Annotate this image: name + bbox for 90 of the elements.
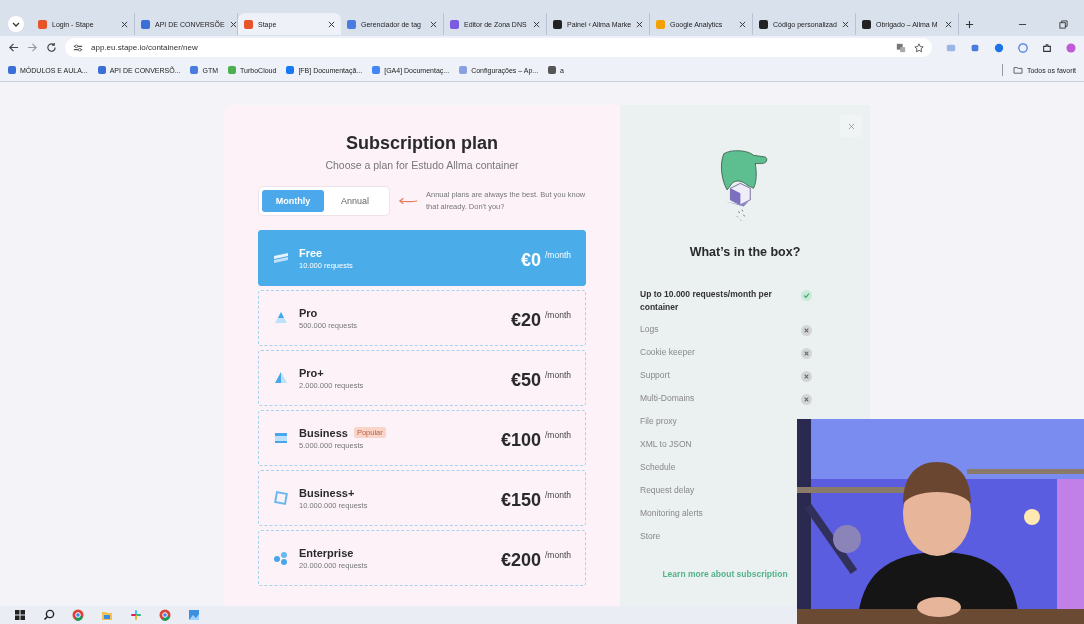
arrow-icon	[398, 196, 418, 206]
price-period: /month	[545, 490, 571, 500]
extension-icon[interactable]	[970, 42, 980, 53]
plan-name: Business	[299, 426, 348, 439]
close-icon[interactable]	[328, 20, 335, 28]
plan-icon	[273, 310, 289, 326]
price-period: /month	[545, 310, 571, 320]
plan-name: Business+	[299, 486, 355, 499]
feature-label: Request delay	[640, 484, 696, 497]
plan-icon	[273, 250, 289, 266]
close-icon[interactable]	[636, 20, 644, 28]
price-period: /month	[545, 250, 571, 260]
plan-subtitle: Choose a plan for Estudo Allma container	[325, 159, 519, 171]
site-icon	[372, 66, 381, 74]
close-icon[interactable]	[945, 20, 952, 28]
plan-price: €50	[510, 369, 541, 391]
feature-label: Up to 10.000 requests/month per container	[640, 288, 773, 314]
feature-label: Logs	[640, 323, 660, 336]
plan-icon	[273, 490, 289, 506]
site-icon	[759, 19, 768, 29]
address-bar[interactable]: app.eu.stape.io/container/new	[65, 38, 932, 57]
photos-icon[interactable]	[188, 609, 200, 621]
site-icon	[553, 19, 562, 29]
plan-icon	[273, 430, 289, 446]
feature-label: XML to JSON	[640, 438, 693, 451]
plan-price: €20	[510, 309, 541, 331]
close-icon[interactable]	[739, 20, 746, 28]
chrome-icon[interactable]	[159, 609, 171, 621]
plan-name: Pro+	[299, 366, 324, 379]
folder-icon	[1012, 66, 1023, 74]
search-icon[interactable]	[43, 609, 55, 621]
site-icon	[244, 19, 253, 29]
reload-icon[interactable]	[46, 42, 57, 53]
site-icon	[141, 19, 150, 29]
billing-option[interactable]: Annual	[324, 190, 386, 212]
close-icon[interactable]	[229, 20, 237, 28]
plan-price: €0	[520, 249, 541, 271]
tab-list-icon[interactable]	[8, 16, 24, 32]
close-icon[interactable]	[533, 20, 540, 28]
site-icon	[228, 66, 237, 74]
chrome-icon[interactable]	[72, 609, 84, 621]
site-icon	[450, 19, 459, 29]
plan-title: Subscription plan	[346, 133, 498, 154]
feature-label: Monitoring alerts	[640, 507, 704, 520]
bookmark-star-icon[interactable]	[914, 42, 924, 53]
site-icon	[347, 19, 356, 29]
slack-icon[interactable]	[130, 609, 142, 621]
feature-label: Cookie keeper	[640, 346, 696, 359]
price-period: /month	[545, 430, 571, 440]
start-icon[interactable]	[14, 609, 26, 621]
site-icon	[190, 66, 199, 74]
feature-label: File proxy	[640, 415, 678, 428]
restore-icon[interactable]	[1059, 19, 1068, 29]
site-icon	[38, 19, 47, 29]
price-period: /month	[545, 370, 571, 380]
feature-label: Store	[640, 530, 662, 543]
plan-name: Free	[299, 246, 323, 259]
plan-price: €200	[500, 549, 541, 571]
puzzle-icon[interactable]	[1042, 42, 1052, 53]
back-icon[interactable]	[8, 42, 19, 53]
extension-icon[interactable]	[994, 42, 1004, 53]
site-icon	[286, 66, 295, 74]
site-icon	[862, 19, 871, 29]
feature-label: Support	[640, 369, 671, 382]
forward-icon[interactable]	[27, 42, 38, 53]
feature-label: Schedule	[640, 461, 677, 474]
site-settings-icon[interactable]	[73, 42, 83, 53]
plan-icon	[273, 550, 289, 566]
site-icon	[656, 19, 665, 29]
plan-price: €100	[500, 429, 541, 451]
site-icon	[459, 66, 468, 74]
plan-price: €150	[500, 489, 541, 511]
price-period: /month	[545, 550, 571, 560]
site-icon	[548, 66, 557, 74]
close-icon[interactable]	[121, 20, 128, 28]
extension-icon[interactable]	[1018, 42, 1028, 53]
close-icon	[847, 122, 855, 130]
plan-icon	[273, 370, 289, 386]
profile-avatar-icon[interactable]	[1066, 42, 1076, 53]
folder-icon[interactable]	[101, 609, 113, 621]
translate-icon[interactable]	[896, 42, 906, 53]
new-tab-icon[interactable]	[965, 19, 974, 29]
feature-label: Multi-Domains	[640, 392, 696, 405]
plan-name: Enterprise	[299, 546, 354, 559]
site-icon	[97, 66, 106, 74]
close-icon[interactable]	[430, 20, 437, 28]
site-icon	[8, 66, 16, 74]
close-icon[interactable]	[842, 20, 849, 28]
features-title: What’s in the box?	[689, 245, 801, 259]
plan-name: Pro	[299, 306, 318, 319]
